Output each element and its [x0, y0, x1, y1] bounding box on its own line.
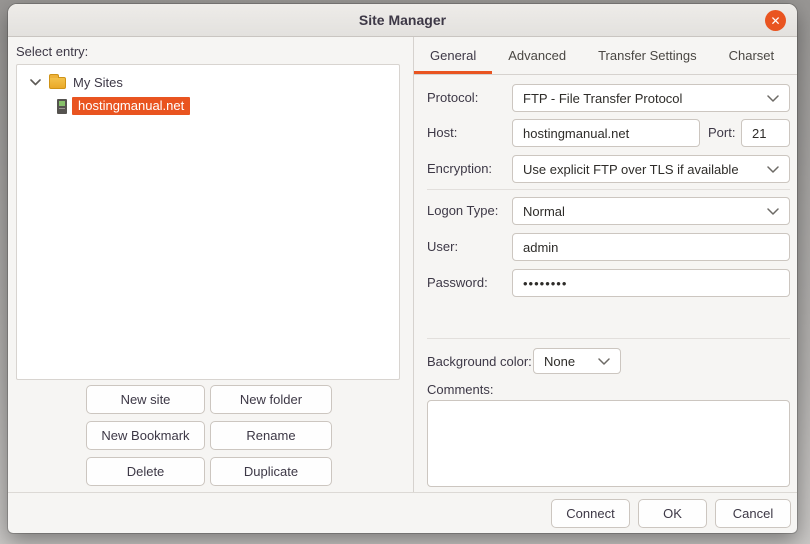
tree-item-my-sites[interactable]: My Sites [27, 71, 399, 93]
delete-button[interactable]: Delete [86, 457, 205, 486]
connect-button[interactable]: Connect [551, 499, 630, 528]
chevron-down-icon [767, 207, 779, 215]
panel-separator [413, 37, 414, 492]
new-site-label: New site [120, 392, 171, 407]
site-manager-dialog: Site Manager ✕ Select entry: My Sites ho… [8, 4, 797, 533]
user-input[interactable] [512, 233, 790, 261]
chevron-down-icon [598, 357, 610, 365]
chevron-down-icon [767, 165, 779, 173]
new-bookmark-button[interactable]: New Bookmark [86, 421, 205, 450]
close-button[interactable]: ✕ [765, 10, 786, 31]
logon-type-dropdown[interactable]: Normal [512, 197, 790, 225]
host-input[interactable] [512, 119, 700, 147]
ok-label: OK [663, 506, 682, 521]
folder-icon [49, 74, 66, 89]
rename-button[interactable]: Rename [210, 421, 332, 450]
close-icon: ✕ [770, 13, 781, 28]
comments-textarea[interactable] [427, 400, 790, 487]
cancel-label: Cancel [732, 506, 774, 521]
logon-type-label: Logon Type: [427, 203, 499, 218]
dialog-title: Site Manager [358, 12, 447, 28]
encryption-value: Use explicit FTP over TLS if available [523, 161, 739, 177]
selected-site-label[interactable]: hostingmanual.net [72, 97, 191, 115]
rename-label: Rename [246, 428, 296, 443]
tree-item-site[interactable]: hostingmanual.net [57, 95, 399, 117]
background-color-value: None [544, 353, 576, 369]
protocol-value: FTP - File Transfer Protocol [523, 90, 683, 106]
port-label: Port: [708, 125, 736, 140]
footer-divider [8, 492, 797, 493]
duplicate-button[interactable]: Duplicate [210, 457, 332, 486]
tab-charset[interactable]: Charset [713, 37, 791, 74]
port-input[interactable] [741, 119, 790, 147]
background-color-dropdown[interactable]: None [533, 348, 621, 374]
section-divider [427, 338, 790, 339]
new-folder-button[interactable]: New folder [210, 385, 332, 414]
section-divider [427, 189, 790, 190]
tab-transfer-settings[interactable]: Transfer Settings [582, 37, 713, 74]
comments-label: Comments: [427, 382, 494, 397]
chevron-down-icon [767, 94, 779, 102]
protocol-dropdown[interactable]: FTP - File Transfer Protocol [512, 84, 790, 112]
server-icon [57, 98, 67, 114]
user-label: User: [427, 239, 459, 254]
connect-label: Connect [566, 506, 615, 521]
ok-button[interactable]: OK [638, 499, 707, 528]
encryption-label: Encryption: [427, 161, 493, 176]
password-label: Password: [427, 275, 488, 290]
tab-general[interactable]: General [414, 37, 493, 74]
title-bar[interactable]: Site Manager ✕ [8, 4, 797, 37]
tab-bar: General Advanced Transfer Settings Chars… [414, 37, 797, 75]
chevron-down-icon[interactable] [27, 74, 43, 90]
password-input[interactable] [512, 269, 790, 297]
cancel-button[interactable]: Cancel [715, 499, 791, 528]
new-bookmark-label: New Bookmark [101, 428, 190, 443]
host-label: Host: [427, 125, 458, 140]
new-folder-label: New folder [239, 392, 303, 407]
tree-item-label: My Sites [73, 74, 123, 90]
delete-label: Delete [126, 464, 165, 479]
encryption-dropdown[interactable]: Use explicit FTP over TLS if available [512, 155, 790, 183]
site-tree[interactable]: My Sites hostingmanual.net [16, 64, 400, 380]
new-site-button[interactable]: New site [86, 385, 205, 414]
dimmed-background: Site Manager ✕ Select entry: My Sites ho… [0, 0, 810, 544]
background-color-label: Background color: [427, 354, 532, 369]
tab-advanced[interactable]: Advanced [492, 37, 582, 74]
duplicate-label: Duplicate [243, 464, 299, 479]
logon-type-value: Normal [523, 203, 565, 219]
select-entry-label: Select entry: [16, 44, 89, 59]
protocol-label: Protocol: [427, 90, 479, 105]
